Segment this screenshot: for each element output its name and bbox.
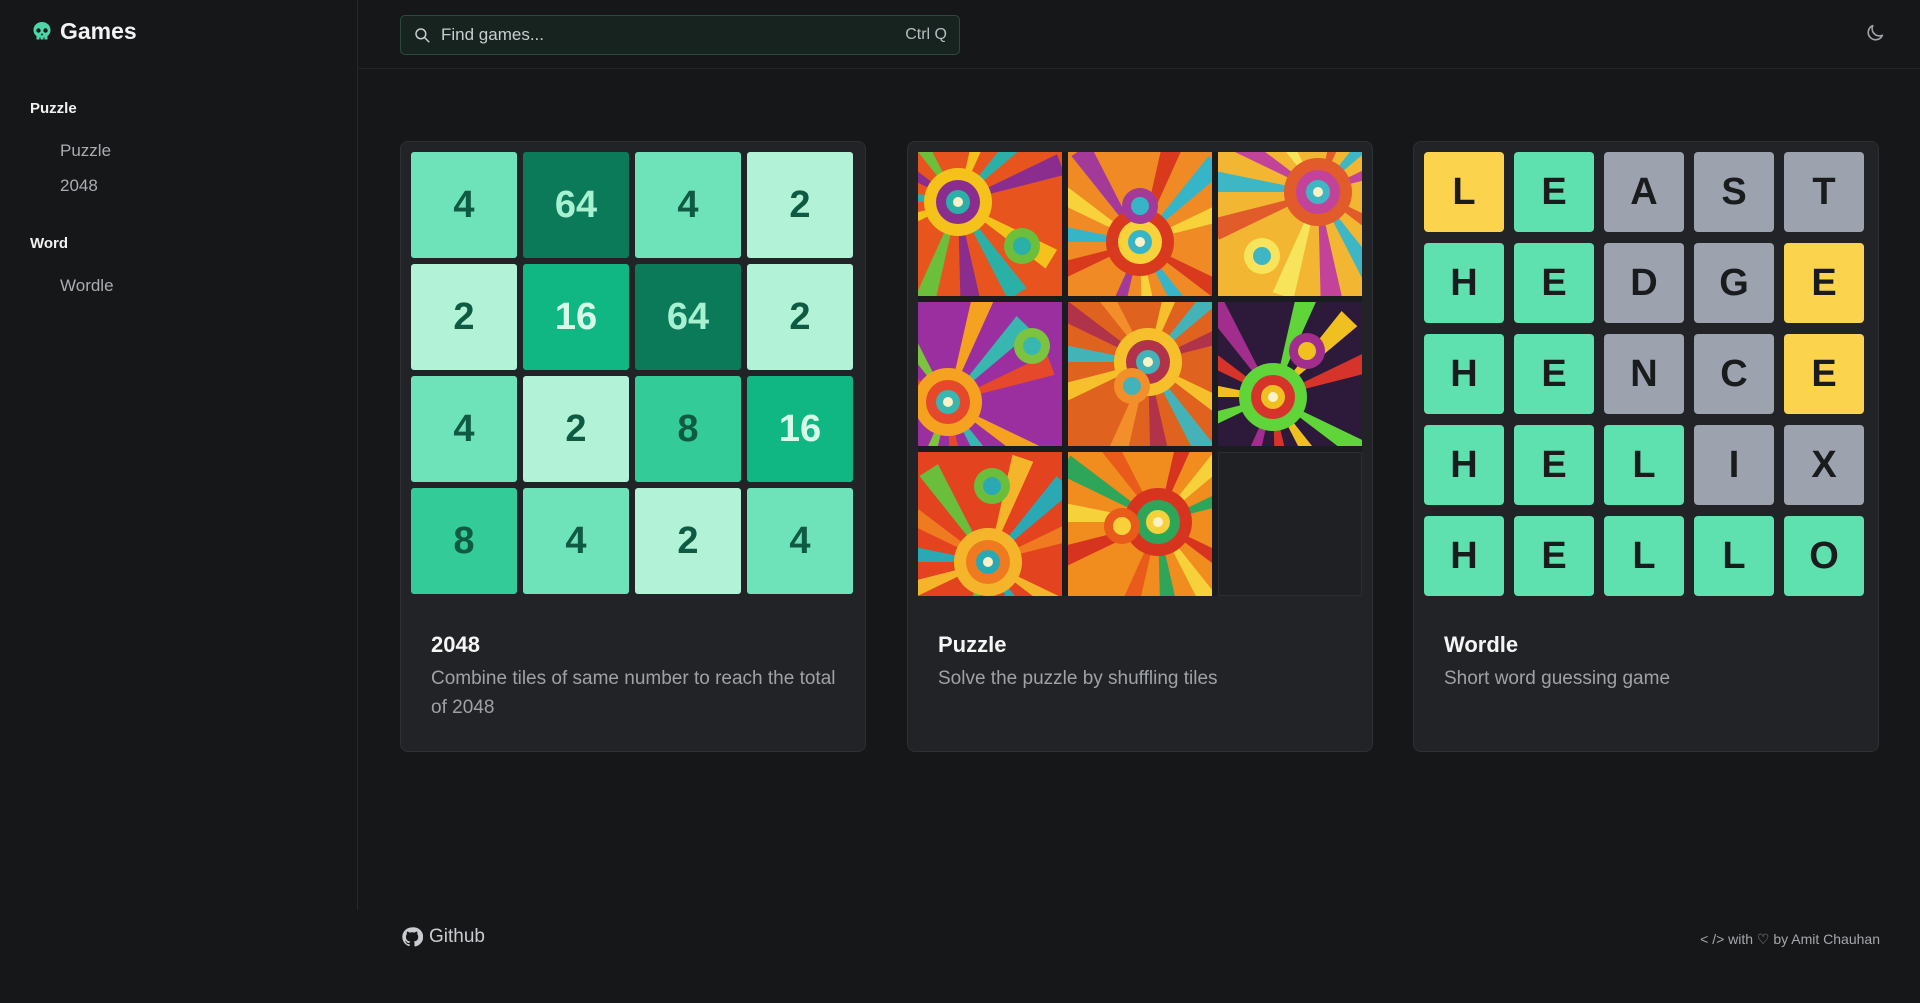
puzzle-piece [918, 152, 1062, 296]
2048-tile: 4 [747, 488, 853, 594]
wordle-letter-tile: L [1424, 152, 1504, 232]
puzzle-piece [1218, 152, 1362, 296]
wordle-letter-tile: E [1784, 334, 1864, 414]
2048-tile: 8 [635, 376, 741, 482]
puzzle-piece [918, 302, 1062, 446]
wordle-letter-tile: E [1514, 152, 1594, 232]
wordle-letter-tile: H [1424, 425, 1504, 505]
2048-tile: 2 [635, 488, 741, 594]
wordle-letter-tile: I [1694, 425, 1774, 505]
sidebar: Games Puzzle Puzzle 2048 Word Wordle [0, 0, 358, 910]
wordle-letter-tile: E [1514, 334, 1594, 414]
puzzle-piece [1068, 452, 1212, 596]
github-link[interactable]: Github [401, 926, 485, 948]
wordle-letter-tile: T [1784, 152, 1864, 232]
2048-tile: 4 [411, 376, 517, 482]
game-card-wordle[interactable]: LEASTHEDGEHENCEHELIXHELLO Wordle Short w… [1413, 141, 1879, 752]
2048-tile: 16 [523, 264, 629, 370]
puzzle-piece [1068, 152, 1212, 296]
wordle-letter-tile: N [1604, 334, 1684, 414]
2048-tile: 4 [411, 152, 517, 258]
wordle-letter-tile: X [1784, 425, 1864, 505]
card-description: Combine tiles of same number to reach th… [431, 668, 836, 718]
wordle-letter-tile: H [1424, 516, 1504, 596]
card-title: 2048 [431, 632, 480, 657]
2048-tile: 2 [523, 376, 629, 482]
wordle-letter-tile: E [1514, 516, 1594, 596]
search-icon [415, 28, 430, 43]
github-icon [402, 927, 423, 947]
wordle-letter-tile: E [1514, 243, 1594, 323]
puzzle-piece [1068, 302, 1212, 446]
topbar-divider [358, 68, 1920, 69]
wordle-letter-tile: S [1694, 152, 1774, 232]
brand-name: Games [60, 18, 137, 44]
puzzle-empty-slot [1218, 452, 1362, 596]
card-description: Short word guessing game [1444, 668, 1671, 689]
wordle-letter-tile: H [1424, 334, 1504, 414]
wordle-letter-tile: O [1784, 516, 1864, 596]
credit-text: < /> with ♡ by Amit Chauhan [1700, 931, 1880, 947]
game-card-2048[interactable]: 4 64 4 2 2 16 64 2 4 2 8 16 8 4 2 4 2048 Combine tiles … [400, 141, 866, 752]
puzzle-piece [1218, 302, 1362, 446]
2048-tile: 4 [523, 488, 629, 594]
github-label: Github [429, 926, 485, 947]
2048-tile: 4 [635, 152, 741, 258]
2048-tile: 2 [747, 264, 853, 370]
card-title: Puzzle [938, 632, 1007, 657]
wordle-letter-tile: G [1694, 243, 1774, 323]
wordle-letter-tile: L [1604, 425, 1684, 505]
wordle-preview: LEASTHEDGEHENCEHELIXHELLO [1424, 152, 1868, 596]
nav-item-wordle[interactable]: Wordle [60, 276, 114, 296]
wordle-letter-tile: D [1604, 243, 1684, 323]
game-card-puzzle[interactable]: Puzzle Solve the puzzle by shuffling til… [907, 141, 1373, 752]
2048-tile: 64 [523, 152, 629, 258]
search-input[interactable]: Find games... Ctrl Q [400, 15, 960, 55]
nav-group-word: Word [30, 235, 69, 252]
2048-preview: 4 64 4 2 2 16 64 2 4 2 8 16 8 4 2 4 [411, 152, 855, 596]
2048-tile: 8 [411, 488, 517, 594]
wordle-letter-tile: L [1604, 516, 1684, 596]
2048-tile: 16 [747, 376, 853, 482]
wordle-letter-tile: E [1514, 425, 1594, 505]
nav-group-puzzle: Puzzle [30, 100, 77, 117]
moon-icon[interactable] [1864, 22, 1886, 44]
search-placeholder: Find games... [441, 25, 544, 44]
puzzle-preview [918, 152, 1362, 596]
puzzle-piece [918, 452, 1062, 596]
card-title: Wordle [1444, 632, 1519, 657]
wordle-letter-tile: A [1604, 152, 1684, 232]
nav-item-2048[interactable]: 2048 [60, 176, 98, 196]
wordle-letter-tile: L [1694, 516, 1774, 596]
nav-item-puzzle[interactable]: Puzzle [60, 141, 111, 161]
wordle-letter-tile: H [1424, 243, 1504, 323]
brand[interactable]: Games [30, 18, 137, 45]
2048-tile: 2 [747, 152, 853, 258]
wordle-letter-tile: E [1784, 243, 1864, 323]
search-shortcut: Ctrl Q [905, 26, 947, 43]
wordle-letter-tile: C [1694, 334, 1774, 414]
2048-tile: 2 [411, 264, 517, 370]
skull-logo-icon [33, 21, 51, 39]
2048-tile: 64 [635, 264, 741, 370]
card-description: Solve the puzzle by shuffling tiles [938, 668, 1218, 689]
